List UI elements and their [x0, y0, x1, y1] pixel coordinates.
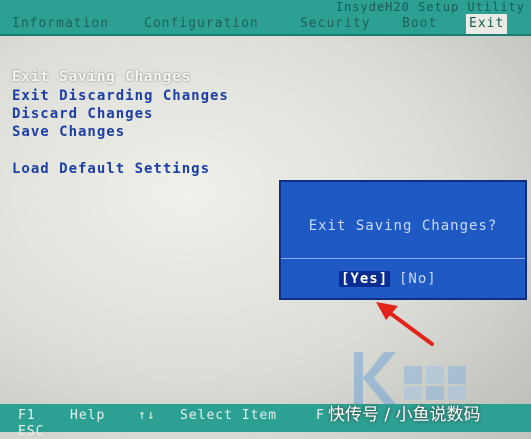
app-title: InsydeH20 Setup Utility: [335, 0, 525, 14]
menu-item-exit-discarding-changes[interactable]: Exit Discarding Changes: [12, 88, 229, 104]
title-bar: InsydeH20 Setup Utility: [0, 0, 531, 14]
exit-confirm-dialog: Exit Saving Changes? [Yes] [No]: [279, 180, 527, 300]
menu-item-exit-saving-changes[interactable]: Exit Saving Changes: [12, 69, 191, 85]
menu-item-save-changes[interactable]: Save Changes: [12, 124, 125, 140]
no-button[interactable]: [No]: [399, 271, 437, 287]
tab-boot[interactable]: Boot: [402, 14, 437, 34]
menu-item-discard-changes[interactable]: Discard Changes: [12, 106, 153, 122]
tab-configuration[interactable]: Configuration: [144, 14, 259, 34]
menu-item-load-default-settings[interactable]: Load Default Settings: [12, 161, 210, 177]
footer-arrows-icon: ↑↓: [138, 408, 156, 423]
footer-key-f1: F1: [18, 408, 36, 423]
footer-select-item-label: Select Item: [180, 408, 278, 423]
red-arrow-icon: [376, 302, 434, 346]
yes-button[interactable]: [Yes]: [339, 271, 391, 287]
footer-key-f: F: [316, 408, 325, 423]
tab-security[interactable]: Security: [300, 14, 371, 34]
tab-information[interactable]: Information: [12, 14, 109, 34]
dialog-separator: [281, 258, 525, 259]
watermark-logo-icon: [354, 352, 466, 404]
tab-exit[interactable]: Exit: [466, 14, 508, 34]
footer-help-label: Help: [70, 408, 106, 423]
menu-bar: Information Configuration Security Boot …: [0, 14, 531, 36]
watermark-text: 快传号 / 小鱼说数码: [328, 405, 481, 425]
dialog-question: Exit Saving Changes?: [308, 218, 498, 234]
